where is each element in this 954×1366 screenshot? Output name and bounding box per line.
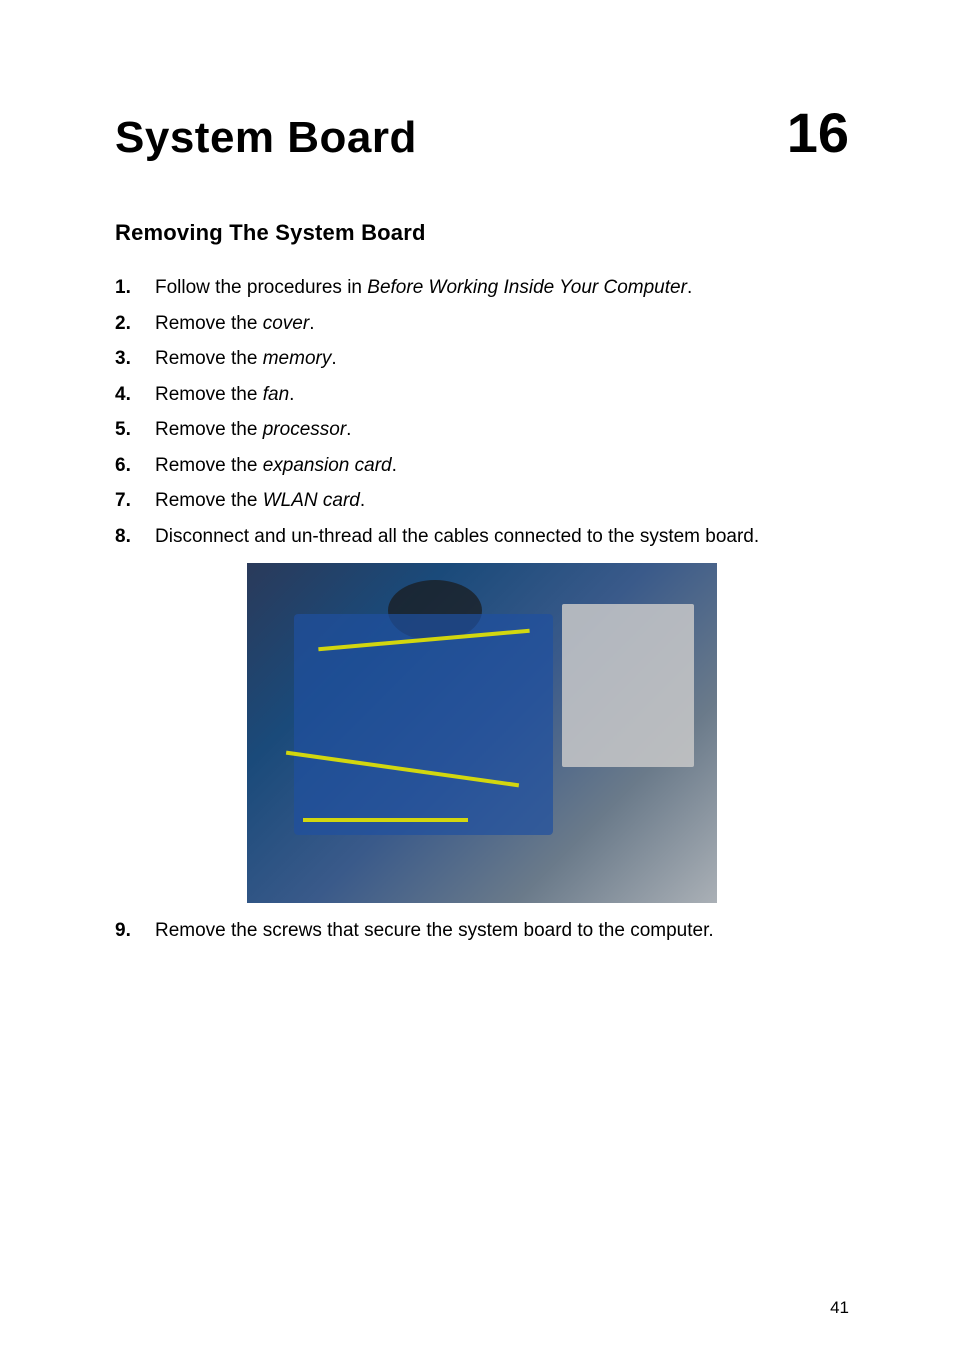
step-suffix: . [687,277,692,298]
step-prefix: Remove the screws that secure the system… [155,920,714,941]
step-link[interactable]: fan [263,384,289,405]
step-text: Remove the cover. [155,310,849,339]
step-link[interactable]: WLAN card [263,490,360,511]
step-number: 9. [115,917,155,946]
step-prefix: Remove the [155,313,263,334]
step-link[interactable]: memory [263,348,332,369]
step-suffix: . [360,490,365,511]
step-number: 3. [115,345,155,374]
step-prefix: Remove the [155,490,263,511]
list-item: 6. Remove the expansion card. [115,452,849,481]
figure-container [115,563,849,903]
step-suffix: . [309,313,314,334]
step-text: Remove the processor. [155,416,849,445]
step-number: 2. [115,310,155,339]
list-item: 2. Remove the cover. [115,310,849,339]
step-suffix: . [289,384,294,405]
step-prefix: Disconnect and un-thread all the cables … [155,526,759,547]
step-suffix: . [331,348,336,369]
step-text: Remove the fan. [155,381,849,410]
step-prefix: Remove the [155,419,263,440]
list-item: 4. Remove the fan. [115,381,849,410]
page-number: 41 [830,1298,849,1318]
step-text: Follow the procedures in Before Working … [155,274,849,303]
step-suffix: . [392,455,397,476]
list-item: 1. Follow the procedures in Before Worki… [115,274,849,303]
step-prefix: Remove the [155,384,263,405]
step-number: 5. [115,416,155,445]
list-item: 5. Remove the processor. [115,416,849,445]
step-number: 1. [115,274,155,303]
step-prefix: Remove the [155,455,263,476]
procedure-list-continued: 9. Remove the screws that secure the sys… [115,917,849,946]
step-link[interactable]: Before Working Inside Your Computer [367,277,687,298]
list-item: 9. Remove the screws that secure the sys… [115,917,849,946]
step-text: Remove the screws that secure the system… [155,917,849,946]
list-item: 3. Remove the memory. [115,345,849,374]
step-number: 7. [115,487,155,516]
procedure-list: 1. Follow the procedures in Before Worki… [115,274,849,551]
step-text: Remove the memory. [155,345,849,374]
step-link[interactable]: cover [263,313,309,334]
list-item: 8. Disconnect and un-thread all the cabl… [115,523,849,552]
step-suffix: . [346,419,351,440]
step-text: Remove the WLAN card. [155,487,849,516]
step-link[interactable]: processor [263,419,346,440]
chapter-title: System Board [115,113,417,163]
system-board-image [247,563,717,903]
step-number: 8. [115,523,155,552]
chapter-header: System Board 16 [115,100,849,165]
step-link[interactable]: expansion card [263,455,392,476]
list-item: 7. Remove the WLAN card. [115,487,849,516]
step-text: Disconnect and un-thread all the cables … [155,523,849,552]
step-prefix: Remove the [155,348,263,369]
section-title: Removing The System Board [115,220,849,246]
step-prefix: Follow the procedures in [155,277,367,298]
step-text: Remove the expansion card. [155,452,849,481]
chapter-number: 16 [787,100,849,165]
step-number: 6. [115,452,155,481]
step-number: 4. [115,381,155,410]
